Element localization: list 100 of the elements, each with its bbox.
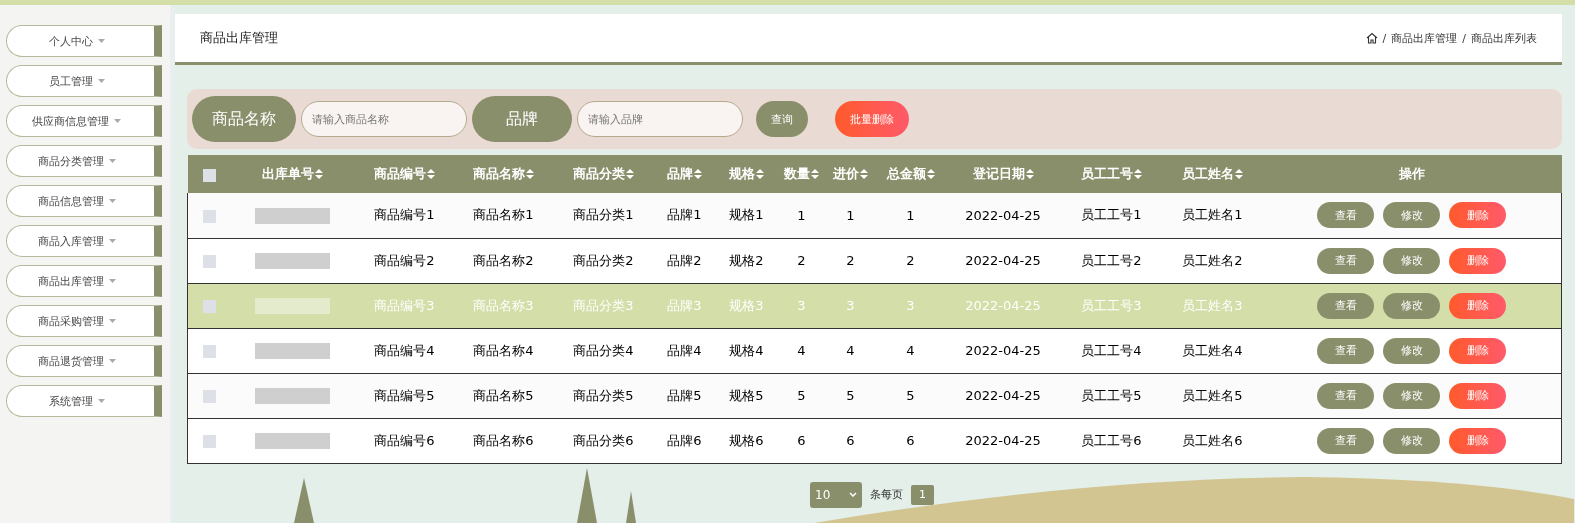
table-cell: 商品编号1 — [374, 207, 435, 223]
table-cell: 6 — [846, 433, 855, 448]
column-header[interactable]: 数量 — [784, 166, 810, 181]
home-icon[interactable] — [1365, 32, 1378, 44]
table-cell: 员工姓名6 — [1182, 432, 1243, 448]
sort-icon[interactable] — [1134, 169, 1142, 179]
checkbox[interactable] — [203, 255, 216, 268]
view-button[interactable]: 查看 — [1317, 337, 1375, 364]
edit-button[interactable]: 修改 — [1383, 202, 1441, 229]
table-cell: 2022-04-25 — [965, 207, 1041, 223]
breadcrumb-link[interactable]: 商品出库列表 — [1471, 30, 1537, 46]
search-field[interactable]: 请输入品牌 — [577, 101, 743, 137]
column-header[interactable]: 员工姓名 — [1182, 166, 1234, 181]
table-row[interactable]: 商品编号2 商品名称2 商品分类2 品牌2 规格2 2 2 2 2022-04-25 员工工号2 员工姓名2 查看 修改 删除 — [187, 238, 1562, 283]
column-header[interactable]: 进价 — [833, 166, 859, 181]
sort-icon[interactable] — [526, 169, 534, 179]
search-field[interactable]: 请输入商品名称 — [301, 101, 467, 137]
column-header[interactable]: 登记日期 — [972, 166, 1025, 181]
sort-icon[interactable] — [314, 169, 323, 179]
table-row[interactable]: 商品编号5 商品名称5 商品分类5 品牌5 规格5 5 5 5 2022-04-25 员工工号5 员工姓名5 查看 修改 删除 — [187, 373, 1562, 418]
sort-icon[interactable] — [626, 169, 634, 179]
sort-icon[interactable] — [694, 169, 702, 179]
view-button[interactable]: 查看 — [1317, 202, 1375, 229]
sort-icon[interactable] — [926, 169, 935, 179]
checkbox[interactable] — [203, 209, 216, 223]
batch-delete-button[interactable]: 批量删除 — [835, 101, 909, 137]
caret-icon — [97, 79, 105, 83]
column-header[interactable]: 总金额 — [886, 166, 926, 181]
column-header[interactable]: 出库单号 — [261, 166, 314, 181]
caret-icon — [108, 359, 116, 363]
view-button[interactable]: 查看 — [1317, 292, 1375, 319]
table-cell: 4 — [797, 343, 806, 358]
tree-drawing — [626, 491, 636, 523]
table-cell: 2 — [846, 253, 855, 268]
table-cell: 商品分类5 — [573, 387, 634, 403]
page-number-button[interactable]: 1 — [911, 484, 934, 505]
edit-button[interactable]: 修改 — [1383, 382, 1441, 409]
table-cell: 商品名称2 — [473, 252, 534, 268]
tree-drawing — [294, 478, 314, 523]
table-cell: 员工工号6 — [1081, 432, 1142, 448]
edit-button[interactable]: 修改 — [1383, 292, 1441, 319]
delete-button[interactable]: 删除 — [1449, 382, 1507, 409]
edit-button[interactable]: 修改 — [1383, 337, 1441, 364]
table-cell: 商品名称5 — [473, 387, 534, 403]
table-cell: 规格3 — [729, 297, 764, 313]
sidebar-menu-item[interactable]: 商品分类管理 — [6, 145, 162, 177]
checkbox[interactable] — [203, 390, 216, 403]
query-button[interactable]: 查询 — [756, 101, 808, 137]
column-header[interactable]: 商品编号 — [374, 166, 426, 181]
column-header[interactable]: 品牌 — [667, 166, 693, 181]
delete-button[interactable]: 删除 — [1449, 337, 1507, 364]
table-cell: 6 — [906, 433, 915, 448]
sidebar-menu-item[interactable]: 系统管理 — [6, 385, 162, 417]
caret-icon — [114, 119, 121, 123]
view-button[interactable]: 查看 — [1317, 427, 1375, 454]
checkbox[interactable] — [203, 345, 216, 358]
sidebar-menu-item[interactable]: 个人中心 — [6, 25, 162, 57]
table-cell: 商品分类1 — [573, 207, 634, 223]
page-size-select[interactable]: 10 — [810, 481, 862, 508]
table-cell: 规格1 — [729, 207, 764, 223]
edit-button[interactable]: 修改 — [1383, 247, 1441, 274]
sidebar-menu-item[interactable]: 商品采购管理 — [6, 305, 162, 337]
table-cell: 2 — [797, 253, 806, 268]
table-cell: 3 — [906, 298, 915, 313]
table-cell: 品牌6 — [667, 432, 702, 448]
delete-button[interactable]: 删除 — [1449, 292, 1507, 319]
column-header[interactable]: 规格 — [729, 166, 755, 181]
delete-button[interactable]: 删除 — [1449, 202, 1507, 229]
table-cell: 2022-04-25 — [965, 433, 1041, 448]
table-cell: 商品分类4 — [573, 342, 634, 358]
view-button[interactable]: 查看 — [1317, 382, 1375, 409]
delete-button[interactable]: 删除 — [1449, 427, 1507, 454]
table-cell: 2022-04-25 — [965, 298, 1041, 313]
table-row[interactable]: 商品编号4 商品名称4 商品分类4 品牌4 规格4 4 4 4 2022-04-25 员工工号4 员工姓名4 查看 修改 删除 — [187, 328, 1562, 373]
sort-icon[interactable] — [860, 169, 868, 179]
table-row[interactable]: 商品编号3 商品名称3 商品分类3 品牌3 规格3 3 3 3 2022-04-25 员工工号3 员工姓名3 查看 修改 删除 — [187, 283, 1562, 328]
sidebar-menu-item[interactable]: 商品出库管理 — [6, 265, 162, 297]
column-header[interactable]: 商品名称 — [473, 166, 525, 181]
checkbox[interactable] — [203, 435, 216, 448]
view-button[interactable]: 查看 — [1317, 247, 1375, 274]
sidebar-menu-item[interactable]: 员工管理 — [6, 65, 162, 97]
column-header[interactable]: 员工工号 — [1081, 166, 1133, 181]
sidebar-menu-item[interactable]: 供应商信息管理 — [6, 105, 162, 137]
sort-icon[interactable] — [1235, 169, 1243, 179]
sort-icon[interactable] — [756, 169, 764, 179]
sort-icon[interactable] — [427, 169, 435, 179]
checkbox[interactable] — [203, 300, 216, 313]
sidebar-menu-item[interactable]: 商品退货管理 — [6, 345, 162, 377]
table-cell: 员工姓名3 — [1182, 297, 1243, 313]
checkbox[interactable] — [202, 168, 216, 182]
column-header[interactable]: 商品分类 — [573, 166, 625, 181]
sidebar-menu-item[interactable]: 商品信息管理 — [6, 185, 162, 217]
edit-button[interactable]: 修改 — [1383, 427, 1441, 454]
sidebar-menu-item[interactable]: 商品入库管理 — [6, 225, 162, 257]
sort-icon[interactable] — [811, 169, 819, 179]
table-row[interactable]: 商品编号1 商品名称1 商品分类1 品牌1 规格1 1 1 1 2022-04-25 员工工号1 员工姓名1 查看 修改 删除 — [187, 193, 1562, 238]
table-cell: 员工姓名2 — [1182, 252, 1243, 268]
breadcrumb-link[interactable]: 商品出库管理 — [1391, 30, 1458, 46]
delete-button[interactable]: 删除 — [1449, 247, 1507, 274]
sort-icon[interactable] — [1025, 169, 1034, 179]
